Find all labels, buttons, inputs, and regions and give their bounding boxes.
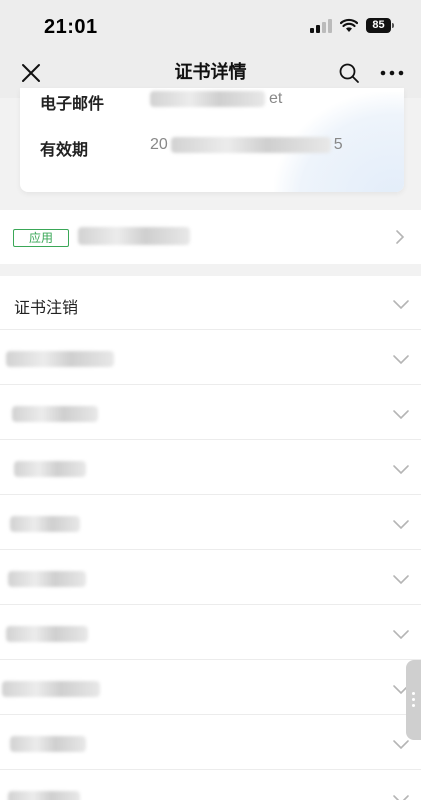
revoke-label: 证书注销 xyxy=(14,300,79,317)
validity-label: 有效期 xyxy=(40,142,89,159)
certificate-sections-list: 证书注销 xyxy=(0,276,421,800)
validity-value-suffix: 5 xyxy=(333,136,343,153)
redacted-validity xyxy=(170,136,331,153)
list-item[interactable] xyxy=(0,386,421,440)
redacted-item-label xyxy=(10,516,80,532)
list-item-revoke[interactable]: 证书注销 xyxy=(0,276,421,330)
validity-row: 有效期 20 5 xyxy=(40,136,400,160)
redacted-item-label xyxy=(2,681,100,697)
redacted-item-label xyxy=(10,736,86,752)
email-value: et xyxy=(150,90,282,108)
validity-value: 20 5 xyxy=(150,136,343,154)
wifi-icon xyxy=(340,18,358,32)
list-item[interactable] xyxy=(0,716,421,770)
chevron-down-icon xyxy=(393,355,409,365)
email-row: 电子邮件 et xyxy=(40,90,400,114)
email-label: 电子邮件 xyxy=(40,96,105,113)
handle-dot xyxy=(412,698,415,701)
battery-level: 85 xyxy=(366,18,391,33)
chevron-right-icon[interactable] xyxy=(394,228,406,246)
status-time: 21:01 xyxy=(44,16,98,38)
validity-value-prefix: 20 xyxy=(150,136,168,153)
search-icon[interactable] xyxy=(338,62,360,84)
certificate-card: 电子邮件 et 有效期 20 5 xyxy=(20,88,404,192)
redacted-item-label xyxy=(6,626,88,642)
redacted-app-name xyxy=(78,227,190,245)
chevron-down-icon xyxy=(393,630,409,640)
handle-dot xyxy=(412,704,415,707)
redacted-item-label xyxy=(14,461,86,477)
redacted-item-label xyxy=(8,571,86,587)
floating-side-handle[interactable] xyxy=(406,660,421,740)
redacted-item-label xyxy=(6,351,114,367)
battery-tip xyxy=(392,23,394,28)
list-item[interactable] xyxy=(0,661,421,715)
list-item[interactable] xyxy=(0,496,421,550)
section-gap xyxy=(0,264,421,276)
list-item[interactable] xyxy=(0,331,421,385)
list-item[interactable] xyxy=(0,441,421,495)
redacted-item-label xyxy=(8,791,80,800)
list-item[interactable] xyxy=(0,771,421,800)
signal-icon xyxy=(310,19,332,33)
chevron-down-icon xyxy=(393,465,409,475)
chevron-down-icon xyxy=(393,300,409,310)
chevron-down-icon xyxy=(393,575,409,585)
redacted-email xyxy=(150,90,265,107)
application-row[interactable]: 应用 xyxy=(0,210,421,264)
chevron-down-icon xyxy=(393,795,409,800)
apply-tag: 应用 xyxy=(13,229,69,247)
battery-icon: 85 xyxy=(366,18,394,33)
chevron-down-icon xyxy=(393,740,409,750)
handle-dot xyxy=(412,692,415,695)
list-item[interactable] xyxy=(0,606,421,660)
redacted-item-label xyxy=(12,406,98,422)
chevron-down-icon xyxy=(393,410,409,420)
chevron-down-icon xyxy=(393,520,409,530)
card-area: 电子邮件 et 有效期 20 5 xyxy=(0,88,421,210)
status-bar: 21:01 85 xyxy=(0,0,421,50)
more-icon[interactable] xyxy=(380,70,404,76)
email-value-suffix: et xyxy=(269,90,283,107)
list-item[interactable] xyxy=(0,551,421,605)
